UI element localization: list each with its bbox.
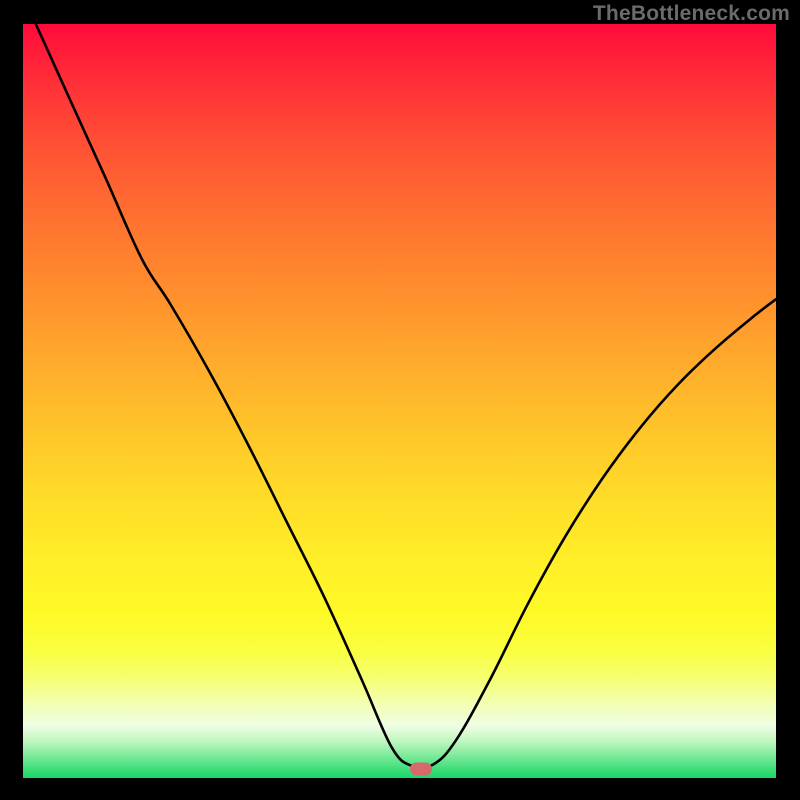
plot-area [23, 24, 776, 778]
chart-frame: TheBottleneck.com [0, 0, 800, 800]
watermark-text: TheBottleneck.com [593, 2, 790, 26]
bottleneck-curve [23, 24, 776, 778]
optimal-marker-icon [410, 763, 432, 776]
